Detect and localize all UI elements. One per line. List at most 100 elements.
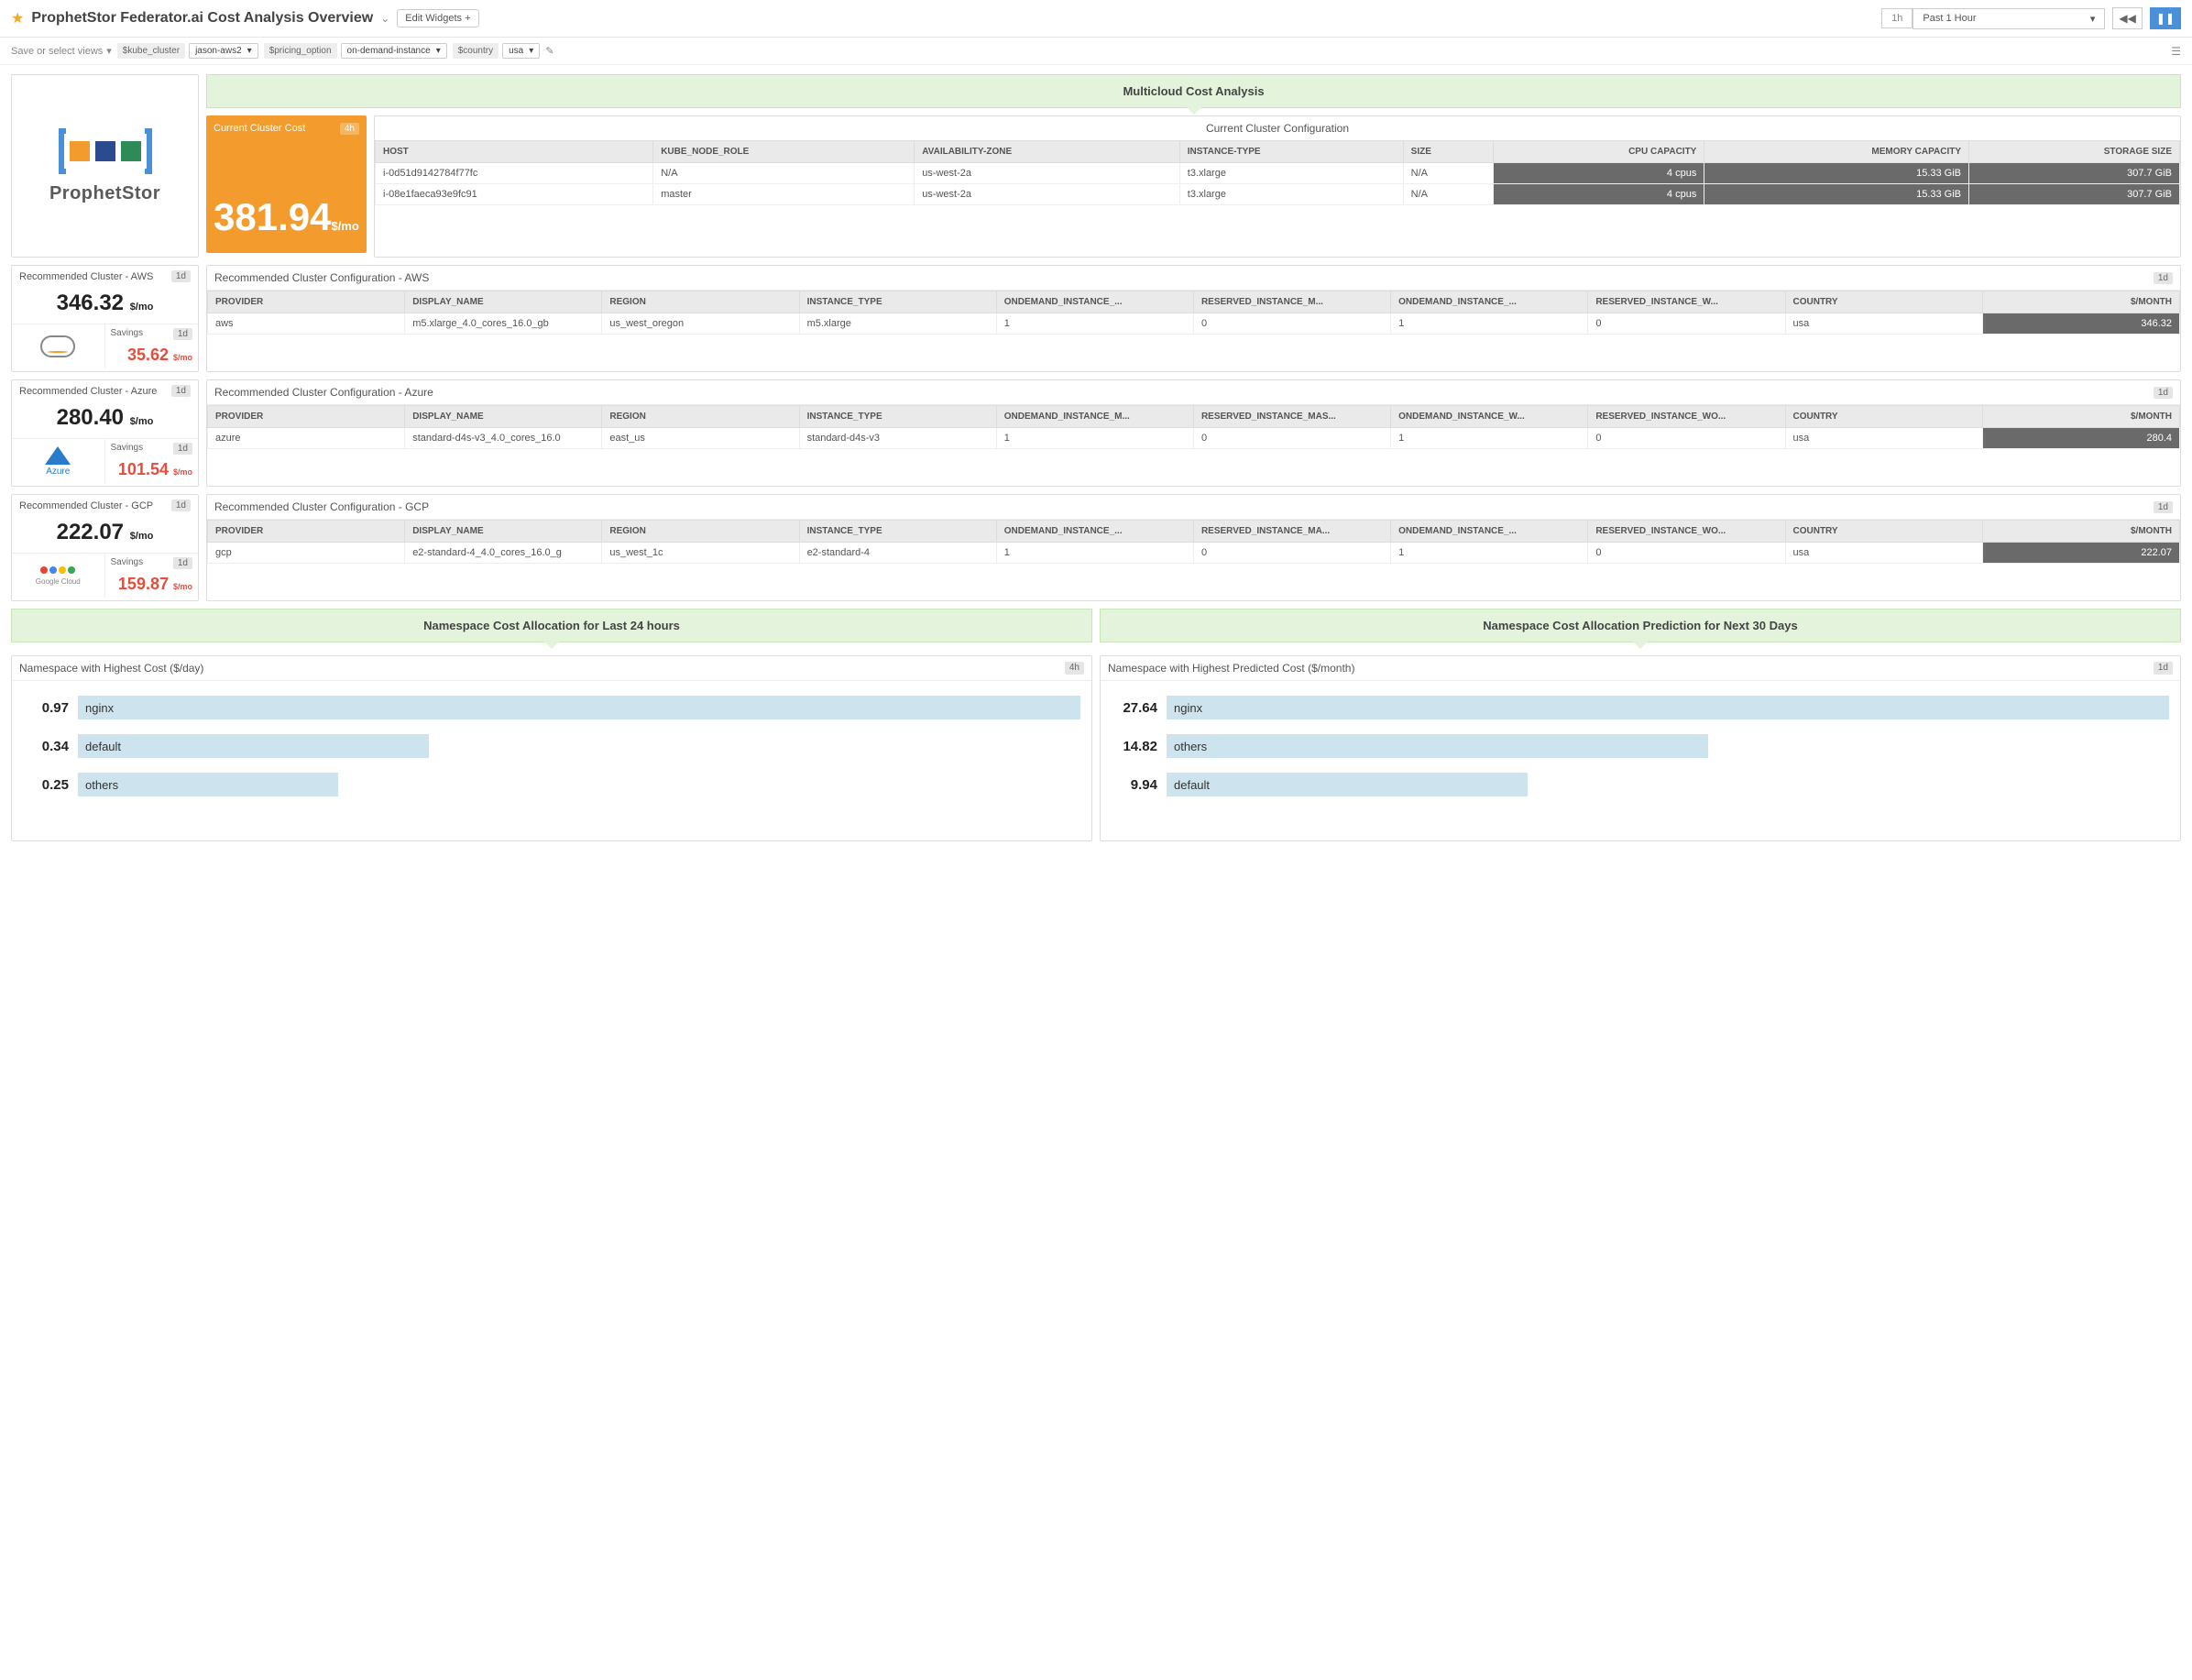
table-row: i-0d51d9142784f77fcN/Aus-west-2at3.xlarg… (376, 163, 2180, 184)
table-header[interactable]: ONDEMAND_INSTANCE_W... (1391, 406, 1588, 428)
table-header[interactable]: RESERVED_INSTANCE_MA... (1193, 521, 1390, 543)
table-header[interactable]: $/MONTH (1982, 406, 2179, 428)
table-header[interactable]: REGION (602, 291, 799, 313)
current-cost-panel: Current Cluster Cost 4h 381.94$/mo (206, 115, 367, 253)
table-cell: 1 (1391, 543, 1588, 564)
table-header[interactable]: RESERVED_INSTANCE_M... (1193, 291, 1390, 313)
rewind-button[interactable]: ◀◀ (2112, 7, 2142, 29)
var-pricing-select[interactable]: on-demand-instance▾ (341, 43, 447, 59)
table-header[interactable]: RESERVED_INSTANCE_WO... (1588, 406, 1785, 428)
current-cost-title: Current Cluster Cost (214, 123, 305, 135)
time-short[interactable]: 1h (1881, 8, 1913, 28)
time-badge: 1d (173, 328, 192, 340)
table-header[interactable]: COUNTRY (1785, 406, 1982, 428)
savings-label: Savings (111, 443, 144, 455)
table-cell: 4 cpus (1494, 163, 1704, 184)
table-header[interactable]: AVAILABILITY-ZONE (915, 141, 1180, 163)
bar-row: 0.34 default (12, 727, 1091, 765)
var-kube-cluster-select[interactable]: jason-aws2▾ (189, 43, 258, 59)
table-header[interactable]: ONDEMAND_INSTANCE_... (1391, 521, 1588, 543)
table-header[interactable]: DISPLAY_NAME (405, 406, 602, 428)
table-header[interactable]: DISPLAY_NAME (405, 291, 602, 313)
favorite-star-icon[interactable]: ★ (11, 9, 24, 27)
edit-widgets-button[interactable]: Edit Widgets + (397, 9, 478, 27)
rec-summary-aws: Recommended Cluster - AWS1d 346.32 $/mo … (11, 265, 199, 372)
table-header[interactable]: INSTANCE-TYPE (1179, 141, 1403, 163)
logo-square-icon (121, 141, 141, 161)
bar-row: 14.82 others (1101, 727, 2180, 765)
table-header[interactable]: STORAGE SIZE (1969, 141, 2180, 163)
table-header[interactable]: PROVIDER (208, 406, 405, 428)
bar-label: nginx (1174, 701, 1202, 715)
table-cell: e2-standard-4_4.0_cores_16.0_g (405, 543, 602, 564)
table-cell: 1 (996, 428, 1193, 449)
table-header[interactable]: $/MONTH (1982, 291, 2179, 313)
dashboard-title: ProphetStor Federator.ai Cost Analysis O… (31, 10, 373, 27)
table-cell: usa (1785, 428, 1982, 449)
bar-value: 27.64 (1112, 700, 1157, 716)
table-cell: 1 (1391, 313, 1588, 335)
rec-table-title: Recommended Cluster Configuration - AWS (214, 271, 429, 284)
table-header[interactable]: RESERVED_INSTANCE_WO... (1588, 521, 1785, 543)
table-header[interactable]: ONDEMAND_INSTANCE_... (1391, 291, 1588, 313)
table-header[interactable]: INSTANCE_TYPE (799, 291, 996, 313)
aws-icon (40, 335, 75, 357)
table-header[interactable]: MEMORY CAPACITY (1704, 141, 1969, 163)
table-header[interactable]: RESERVED_INSTANCE_W... (1588, 291, 1785, 313)
table-header[interactable]: CPU CAPACITY (1494, 141, 1704, 163)
views-selector[interactable]: Save or select views ▾ (11, 45, 112, 57)
time-label[interactable]: Past 1 Hour▾ (1913, 8, 2105, 29)
time-picker[interactable]: 1h Past 1 Hour▾ (1881, 8, 2105, 29)
bar-fill: default (78, 734, 429, 758)
savings-label: Savings (111, 557, 144, 569)
logo-bracket-icon (145, 128, 152, 174)
bar-row: 9.94 default (1101, 765, 2180, 804)
logo-square-icon (95, 141, 115, 161)
logo-square-icon (70, 141, 90, 161)
time-badge: 1d (171, 385, 191, 397)
bar-fill: nginx (78, 696, 1080, 719)
table-cell: azure (208, 428, 405, 449)
table-cell: standard-d4s-v3_4.0_cores_16.0 (405, 428, 602, 449)
bar-fill: others (1167, 734, 1708, 758)
table-header[interactable]: ONDEMAND_INSTANCE_... (996, 291, 1193, 313)
table-header[interactable]: HOST (376, 141, 653, 163)
table-header[interactable]: INSTANCE_TYPE (799, 521, 996, 543)
table-cell: us_west_oregon (602, 313, 799, 335)
table-cell: 15.33 GiB (1704, 163, 1969, 184)
bar-row: 0.97 nginx (12, 688, 1091, 727)
table-header[interactable]: $/MONTH (1982, 521, 2179, 543)
edit-vars-icon[interactable]: ✎ (545, 45, 553, 57)
table-header[interactable]: PROVIDER (208, 291, 405, 313)
table-cell: usa (1785, 543, 1982, 564)
table-cell: N/A (653, 163, 915, 184)
table-header[interactable]: ONDEMAND_INSTANCE_... (996, 521, 1193, 543)
rec-table-title: Recommended Cluster Configuration - GCP (214, 500, 429, 513)
table-cell: aws (208, 313, 405, 335)
table-header[interactable]: INSTANCE_TYPE (799, 406, 996, 428)
bar-value: 0.25 (23, 777, 69, 793)
hand-icon[interactable]: ☰ (2171, 45, 2181, 58)
table-header[interactable]: ONDEMAND_INSTANCE_M... (996, 406, 1193, 428)
table-cell: 346.32 (1982, 313, 2179, 335)
table-header[interactable]: KUBE_NODE_ROLE (653, 141, 915, 163)
table-cell: 0 (1588, 543, 1785, 564)
table-cell: 4 cpus (1494, 184, 1704, 205)
bar-label: default (85, 740, 121, 753)
table-header[interactable]: PROVIDER (208, 521, 405, 543)
table-header[interactable]: COUNTRY (1785, 291, 1982, 313)
ns-30d-banner: Namespace Cost Allocation Prediction for… (1100, 609, 2181, 642)
table-header[interactable]: RESERVED_INSTANCE_MAS... (1193, 406, 1390, 428)
table-cell: i-08e1faeca93e9fc91 (376, 184, 653, 205)
table-header[interactable]: REGION (602, 406, 799, 428)
gcp-icon (40, 566, 75, 574)
table-header[interactable]: SIZE (1403, 141, 1494, 163)
chevron-down-icon[interactable]: ⌄ (380, 12, 389, 25)
time-badge: 4h (1065, 662, 1084, 675)
table-header[interactable]: COUNTRY (1785, 521, 1982, 543)
table-header[interactable]: DISPLAY_NAME (405, 521, 602, 543)
table-row: i-08e1faeca93e9fc91masterus-west-2at3.xl… (376, 184, 2180, 205)
table-header[interactable]: REGION (602, 521, 799, 543)
var-country-select[interactable]: usa▾ (502, 43, 540, 59)
pause-button[interactable]: ❚❚ (2150, 7, 2181, 29)
